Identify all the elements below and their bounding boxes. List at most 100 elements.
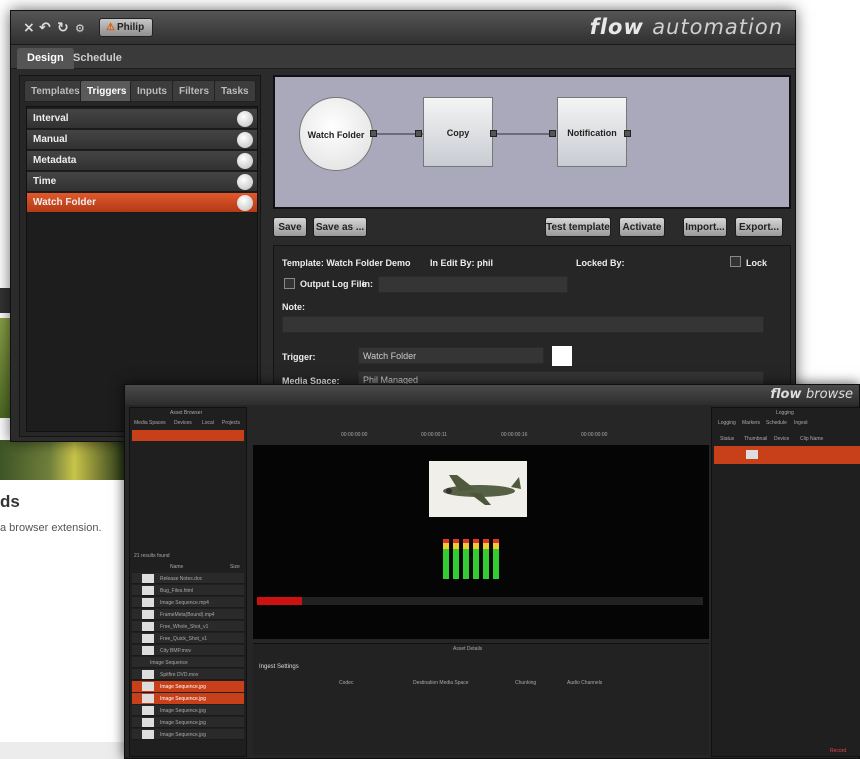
column-status: Status (720, 436, 735, 442)
file-name: Image Sequence.jpg (160, 720, 206, 726)
file-row[interactable]: Bug_Files.html (132, 585, 244, 596)
note-label: Note: (282, 302, 305, 312)
lock-checkbox[interactable] (730, 256, 741, 267)
column-size[interactable]: Size (230, 564, 240, 570)
tab-ingest[interactable]: Ingest (794, 420, 808, 426)
file-row[interactable]: Release Notes.doc (132, 573, 244, 584)
file-icon (142, 586, 154, 595)
file-name: FrameMeta(Bound).mp4 (160, 612, 215, 618)
workflow-node-copy[interactable]: Copy (423, 97, 493, 167)
app-logo: flow automation (590, 15, 783, 39)
import-button[interactable]: Import... (683, 217, 727, 237)
page-footer (0, 742, 124, 759)
selected-asset-row[interactable] (132, 430, 244, 441)
workflow-canvas[interactable]: Watch Folder Copy Notification (273, 75, 791, 209)
file-icon (142, 634, 154, 643)
timeline[interactable] (257, 597, 703, 605)
drag-handle-icon[interactable] (237, 153, 253, 169)
node-port[interactable] (624, 130, 631, 137)
node-port[interactable] (549, 130, 556, 137)
timecode-out: 00:00:00:16 (501, 432, 528, 438)
trigger-item-interval[interactable]: Interval (27, 109, 257, 129)
tab-schedule[interactable]: Schedule (766, 420, 787, 426)
timecode-duration: 00:00:00:11 (421, 432, 448, 438)
trigger-item-metadata[interactable]: Metadata (27, 151, 257, 171)
tab-markers[interactable]: Markers (742, 420, 760, 426)
export-button[interactable]: Export... (735, 217, 783, 237)
trigger-label: Interval (33, 113, 69, 124)
undo-icon[interactable]: ↶ (39, 20, 51, 36)
audio-meter (463, 539, 469, 579)
close-icon[interactable]: × (23, 20, 35, 36)
tab-local[interactable]: Local (202, 420, 214, 426)
file-row[interactable]: Image Sequence.mp4 (132, 597, 244, 608)
record-button[interactable]: Record (830, 748, 846, 754)
audio-meter (493, 539, 499, 579)
tab-templates[interactable]: Templates (24, 80, 87, 102)
settings-icon[interactable]: ⚙ (75, 22, 85, 35)
trigger-field[interactable]: Watch Folder (358, 347, 544, 364)
audio-meter (483, 539, 489, 579)
file-name: Release Notes.doc (160, 576, 203, 582)
drag-handle-icon[interactable] (237, 111, 253, 127)
drag-handle-icon[interactable] (237, 174, 253, 190)
tab-logging[interactable]: Logging (718, 420, 736, 426)
tab-media-spaces[interactable]: Media Spaces (134, 420, 166, 426)
note-field[interactable] (282, 316, 764, 333)
tab-triggers[interactable]: Triggers (80, 80, 134, 102)
tab-filters[interactable]: Filters (172, 80, 217, 102)
tab-projects[interactable]: Projects (222, 420, 240, 426)
flow-automation-window: × ↶ ↻ ⚙ ⚠ Philip flow automation Design S… (10, 10, 796, 442)
workflow-node-watch-folder[interactable]: Watch Folder (299, 97, 373, 171)
file-row[interactable]: City BMP.mov (132, 645, 244, 656)
asset-details-title: Asset Details (453, 646, 483, 652)
tab-devices[interactable]: Devices (174, 420, 192, 426)
file-row[interactable]: Spitfire DVD.mov (132, 669, 244, 680)
drag-handle-icon[interactable] (237, 132, 253, 148)
brand-bold: flow (589, 15, 644, 39)
trigger-item-watch-folder[interactable]: Watch Folder (27, 193, 257, 213)
file-row-selected[interactable]: Image Sequence.jpg (132, 693, 244, 704)
save-as-button[interactable]: Save as ... (313, 217, 367, 237)
in-label: in: (362, 279, 373, 289)
file-row[interactable]: Free_Whole_Shot_v1 (132, 621, 244, 632)
user-button[interactable]: ⚠ Philip (99, 18, 153, 37)
file-name: Image Sequence.jpg (160, 696, 206, 702)
asset-browser-panel: Asset Browser Media Spaces Devices Local… (129, 407, 247, 757)
flow-browse-window: flow browse Asset Browser Media Spaces D… (124, 384, 860, 759)
node-port[interactable] (370, 130, 377, 137)
refresh-icon[interactable]: ↻ (57, 20, 69, 36)
trigger-item-manual[interactable]: Manual (27, 130, 257, 150)
output-log-checkbox[interactable] (284, 278, 295, 289)
template-name-label: Template: Watch Folder Demo (282, 258, 411, 268)
file-row[interactable]: Image Sequence.jpg (132, 705, 244, 716)
video-player[interactable] (253, 445, 709, 639)
file-row[interactable]: Image Sequence.jpg (132, 729, 244, 740)
folder-name: Image Sequence (150, 660, 188, 666)
trigger-item-time[interactable]: Time (27, 172, 257, 192)
node-port[interactable] (415, 130, 422, 137)
tab-inputs[interactable]: Inputs (130, 80, 174, 102)
node-port[interactable] (490, 130, 497, 137)
save-button[interactable]: Save (273, 217, 307, 237)
file-row[interactable]: Image Sequence.jpg (132, 717, 244, 728)
drag-handle-icon[interactable] (237, 195, 253, 211)
column-name[interactable]: Name (170, 564, 183, 570)
log-row[interactable] (714, 446, 860, 464)
workflow-node-notification[interactable]: Notification (557, 97, 627, 167)
file-icon (142, 622, 154, 631)
tab-tasks[interactable]: Tasks (214, 80, 256, 102)
file-row-selected[interactable]: Image Sequence.jpg (132, 681, 244, 692)
file-icon (142, 574, 154, 583)
file-row[interactable]: Free_Quick_Shot_v1 (132, 633, 244, 644)
file-icon (142, 682, 154, 691)
tab-schedule[interactable]: Schedule (63, 48, 132, 69)
activate-button[interactable]: Activate (619, 217, 665, 237)
log-path-field[interactable] (378, 276, 568, 293)
file-row[interactable]: FrameMeta(Bound).mp4 (132, 609, 244, 620)
folder-row[interactable]: Image Sequence (132, 657, 244, 668)
trigger-label: Trigger: (282, 352, 316, 362)
trigger-label: Metadata (33, 155, 77, 166)
test-template-button[interactable]: Test template (545, 217, 611, 237)
trigger-color-swatch[interactable] (552, 346, 572, 366)
